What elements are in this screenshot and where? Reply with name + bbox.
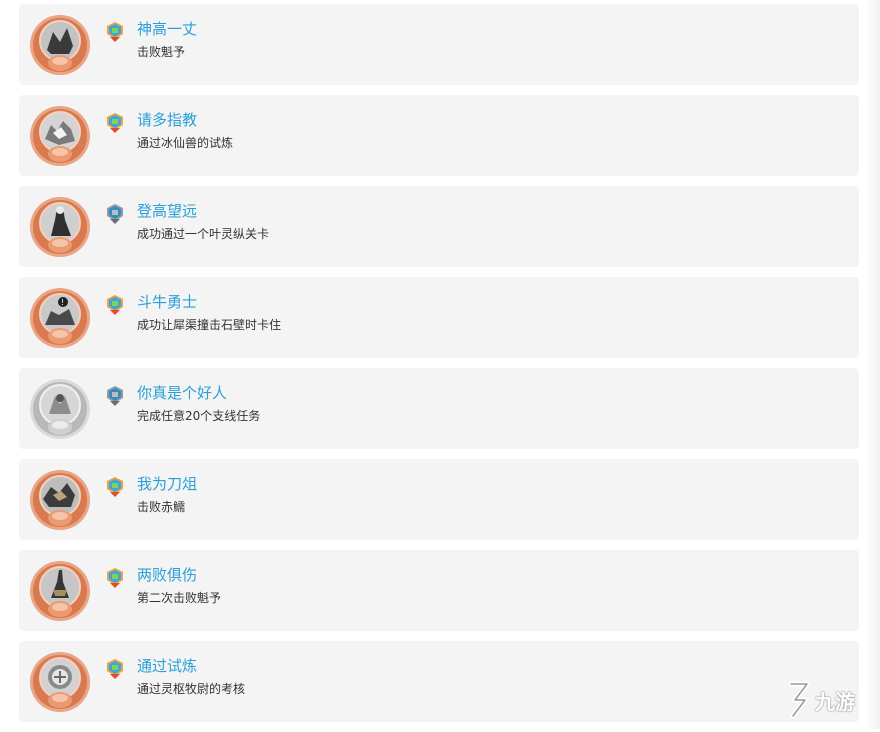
bronze-medal-icon (29, 560, 91, 622)
achievement-description: 击败赤鱬 (137, 500, 186, 514)
achievement-description: 第二次击败魁予 (137, 591, 222, 605)
color-badge-icon (106, 477, 124, 497)
achievement-list: 神高一丈 击败魁予 请多指教 通过冰仙兽的试炼 登高望远 成功通过一个叶灵纵关卡… (19, 4, 859, 732)
scroll-edge (866, 0, 880, 729)
gray-badge-icon (106, 386, 124, 406)
achievement-title[interactable]: 我为刀俎 (137, 474, 197, 494)
bronze-medal-icon (29, 196, 91, 258)
achievement-title[interactable]: 斗牛勇士 (137, 292, 197, 312)
achievement-card[interactable]: 我为刀俎 击败赤鱬 (19, 459, 859, 540)
achievement-title[interactable]: 登高望远 (137, 201, 197, 221)
watermark-text: 九游 (815, 689, 855, 714)
color-badge-icon (106, 113, 124, 133)
bronze-medal-icon: ! (29, 287, 91, 349)
achievement-description: 成功让犀渠撞击石壁时卡住 (137, 318, 282, 332)
achievement-card[interactable]: 请多指教 通过冰仙兽的试炼 (19, 95, 859, 176)
bronze-medal-icon (29, 14, 91, 76)
achievement-description: 完成任意20个支线任务 (137, 409, 261, 423)
9game-logo-icon (783, 678, 813, 722)
bronze-medal-icon (29, 651, 91, 713)
achievement-description: 成功通过一个叶灵纵关卡 (137, 227, 270, 241)
color-badge-icon (106, 22, 124, 42)
achievement-card[interactable]: 两败俱伤 第二次击败魁予 (19, 550, 859, 631)
color-badge-icon (106, 659, 124, 679)
achievement-description: 通过灵枢牧尉的考核 (137, 682, 246, 696)
silver-medal-icon (29, 378, 91, 440)
achievement-title[interactable]: 你真是个好人 (137, 383, 227, 403)
svg-text:!: ! (61, 298, 64, 307)
bronze-medal-icon (29, 105, 91, 167)
achievement-card[interactable]: 通过试炼 通过灵枢牧尉的考核 (19, 641, 859, 722)
achievement-card[interactable]: ! 斗牛勇士 成功让犀渠撞击石壁时卡住 (19, 277, 859, 358)
achievement-title[interactable]: 请多指教 (137, 110, 197, 130)
achievement-title[interactable]: 通过试炼 (137, 656, 197, 676)
achievement-card[interactable]: 登高望远 成功通过一个叶灵纵关卡 (19, 186, 859, 267)
achievement-description: 击败魁予 (137, 45, 186, 59)
bronze-medal-icon (29, 469, 91, 531)
gray-badge-icon (106, 204, 124, 224)
achievement-description: 通过冰仙兽的试炼 (137, 136, 234, 150)
achievement-card[interactable]: 你真是个好人 完成任意20个支线任务 (19, 368, 859, 449)
achievement-title[interactable]: 两败俱伤 (137, 565, 197, 585)
achievement-card[interactable]: 神高一丈 击败魁予 (19, 4, 859, 85)
achievement-title[interactable]: 神高一丈 (137, 19, 197, 39)
9game-watermark: 九游 (783, 678, 878, 722)
color-badge-icon (106, 295, 124, 315)
color-badge-icon (106, 568, 124, 588)
